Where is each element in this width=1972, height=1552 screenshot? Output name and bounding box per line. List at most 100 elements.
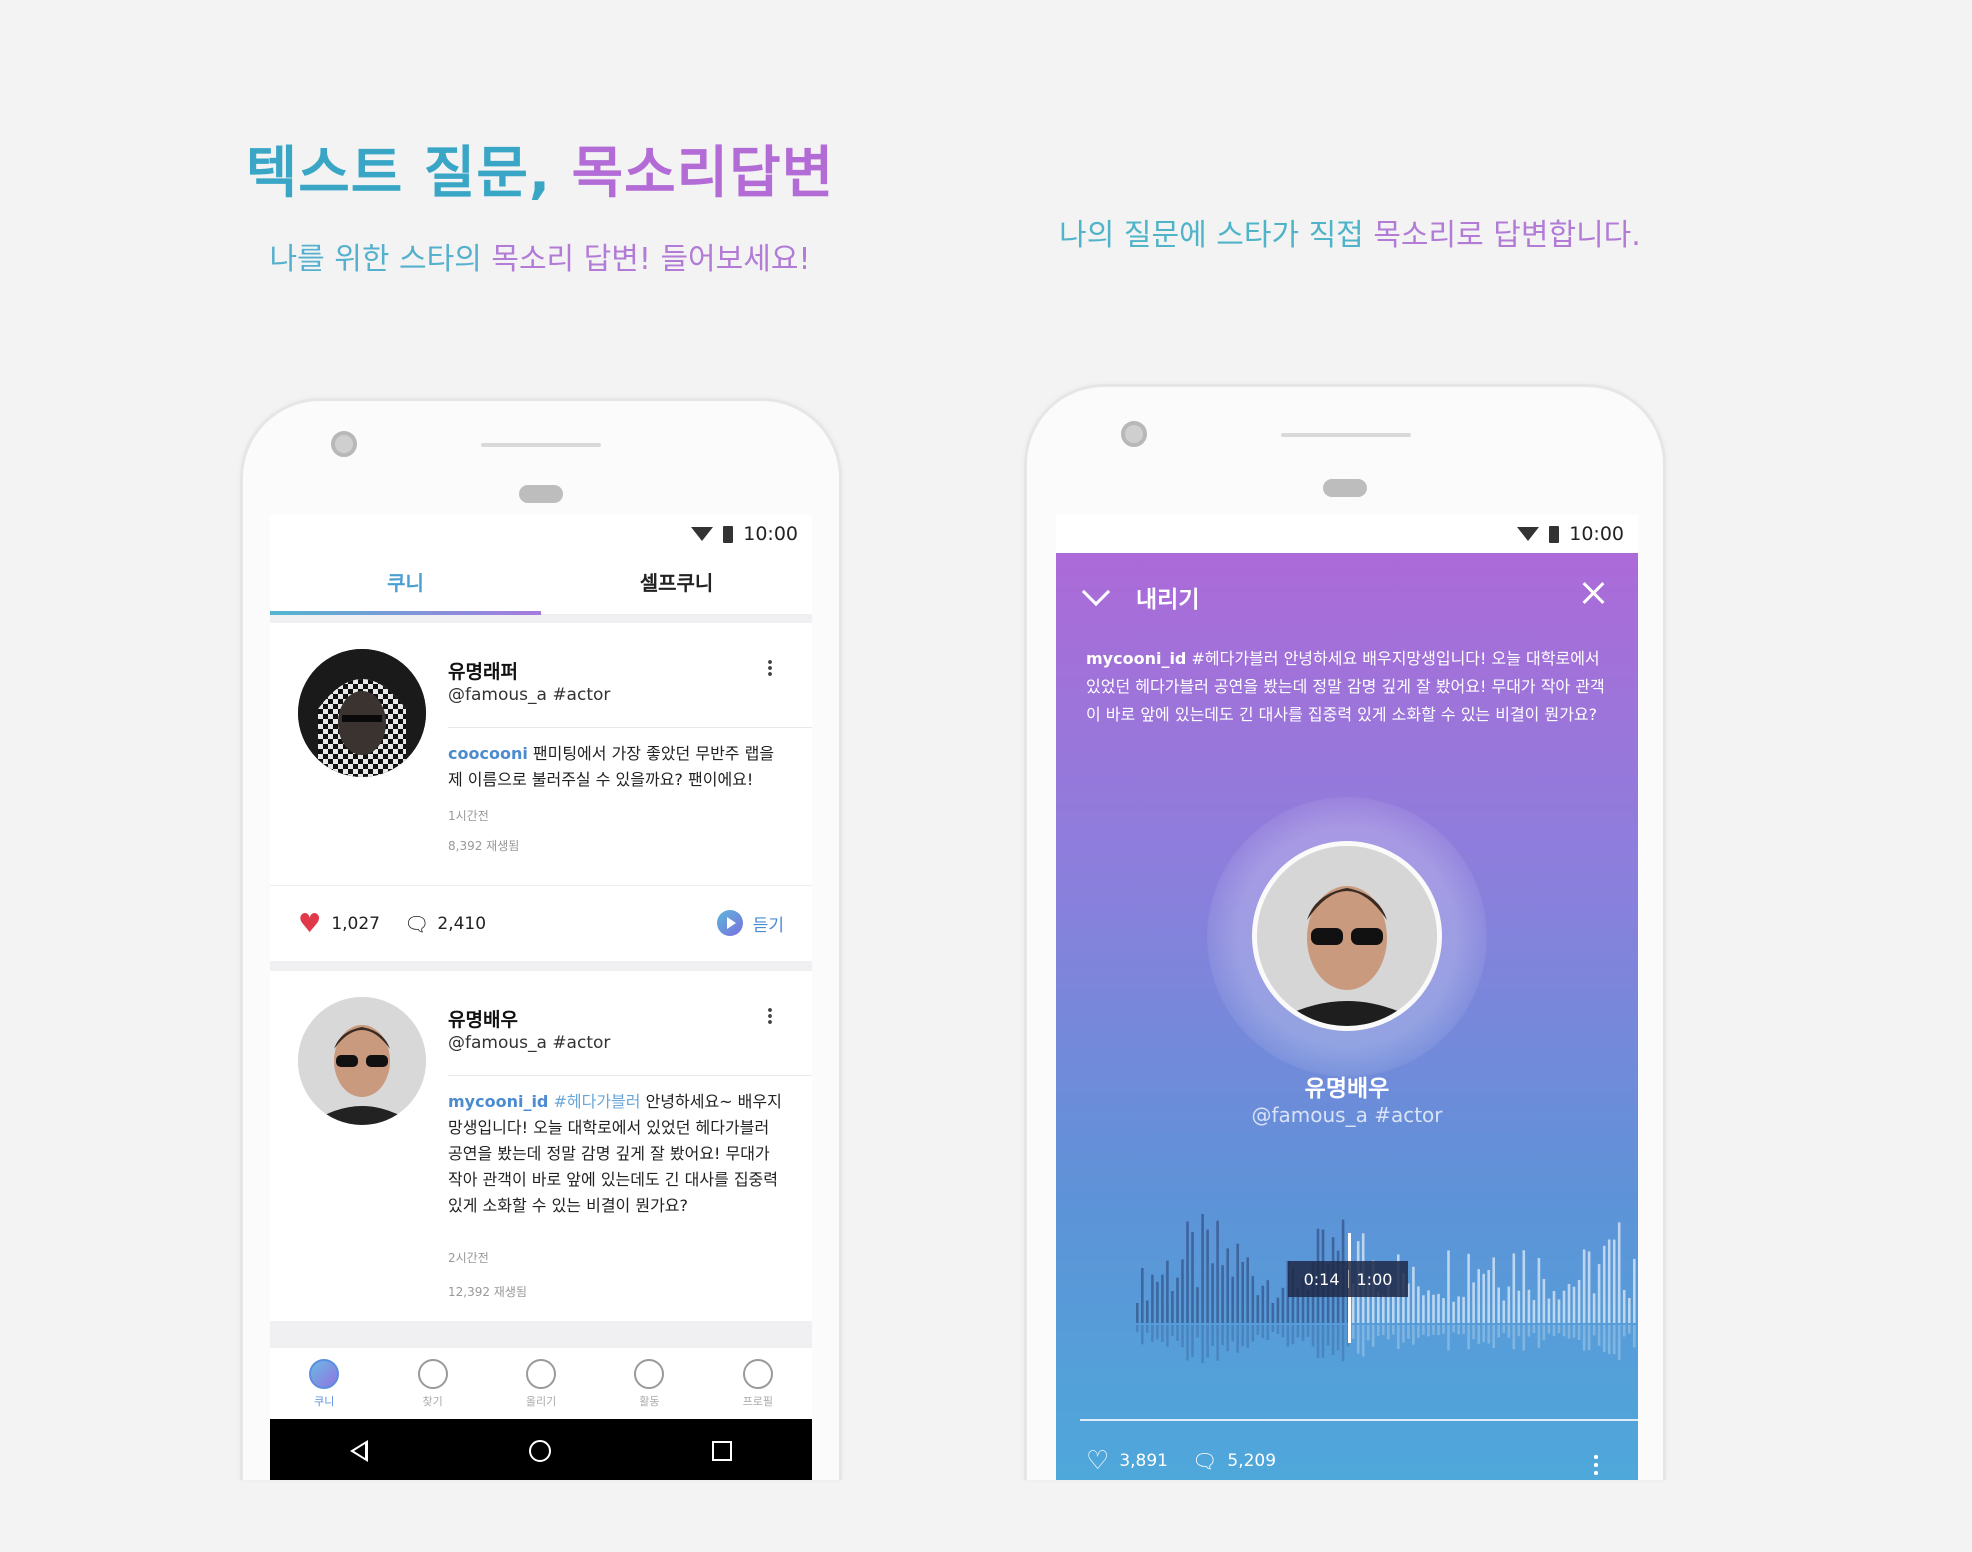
waveform-bar xyxy=(1417,1286,1420,1323)
player-footer: ♡ 3,891 🗨 5,209 xyxy=(1086,1441,1608,1480)
recent-apps-icon[interactable] xyxy=(711,1441,732,1461)
waveform-bar xyxy=(1602,1245,1606,1323)
waveform-reflection xyxy=(1582,1325,1586,1351)
chevron-down-icon[interactable] xyxy=(1081,577,1111,607)
waveform-bar xyxy=(1161,1274,1164,1323)
waveform-bar xyxy=(1633,1258,1636,1323)
waveform-reflection xyxy=(1633,1325,1636,1348)
waveform-bar xyxy=(1487,1270,1490,1323)
waveform-bar xyxy=(1477,1269,1480,1323)
waveform-bar xyxy=(1271,1303,1275,1323)
waveform-reflection xyxy=(1236,1325,1239,1353)
waveform-bar xyxy=(1181,1259,1184,1323)
waveform-reflection xyxy=(1482,1325,1485,1343)
nav-item-activity[interactable]: 활동 xyxy=(595,1348,703,1419)
question-user[interactable]: mycooni_id xyxy=(1086,649,1186,668)
waveform-bar xyxy=(1201,1213,1204,1323)
waveform-bar xyxy=(1587,1251,1591,1323)
waveform-reflection xyxy=(1166,1325,1169,1347)
plus-circle-icon xyxy=(526,1358,557,1389)
waveform-bar xyxy=(1166,1260,1169,1323)
comment-icon[interactable]: 🗨 xyxy=(1192,1449,1217,1473)
waveform-bar xyxy=(1206,1229,1209,1323)
waveform-reflection xyxy=(1522,1325,1526,1351)
avatar[interactable] xyxy=(298,649,426,777)
card-footer: ♥ 1,027 🗨 2,410 듣기 xyxy=(270,885,812,961)
waveform-reflection xyxy=(1281,1325,1285,1338)
like-count: 3,891 xyxy=(1119,1451,1168,1471)
feed[interactable]: 유명래퍼 @famous_a #actor coocooni 팬미팅에서 가장 … xyxy=(270,615,812,1411)
close-icon[interactable] xyxy=(1580,579,1608,607)
tab-cooni[interactable]: 쿠니 xyxy=(270,553,541,614)
nav-item-cooni[interactable]: 쿠니 xyxy=(270,1348,378,1419)
question-user[interactable]: mycooni_id xyxy=(448,1092,548,1111)
waveform-reflection xyxy=(1351,1325,1355,1339)
feed-card[interactable]: 유명배우 @famous_a #actor mycooni_id #헤다가블러 … xyxy=(270,971,812,1321)
waveform-reflection xyxy=(1497,1325,1500,1338)
card-divider xyxy=(448,1075,812,1076)
waveform-reflection xyxy=(1211,1325,1214,1346)
waveform-bar xyxy=(1382,1294,1385,1323)
waveform-bar xyxy=(1246,1257,1249,1323)
waveform-reflection xyxy=(1161,1325,1164,1342)
waveform-reflection xyxy=(1432,1325,1435,1335)
nav-item-upload[interactable]: 올리기 xyxy=(487,1348,595,1419)
tab-self-cooni[interactable]: 셀프쿠니 xyxy=(541,553,812,614)
back-icon[interactable] xyxy=(350,1440,369,1462)
waveform-reflection xyxy=(1276,1325,1280,1334)
waveform-bar xyxy=(1266,1280,1270,1323)
waveform-bar xyxy=(1447,1250,1450,1323)
waveform-bar xyxy=(1457,1296,1460,1323)
waveform-reflection xyxy=(1246,1325,1249,1348)
waveform-reflection xyxy=(1382,1325,1385,1335)
waveform-reflection xyxy=(1186,1325,1189,1361)
more-icon[interactable] xyxy=(768,659,772,677)
nav-label: 찾기 xyxy=(422,1394,443,1408)
question-tag[interactable]: #헤다가블러 xyxy=(548,1092,640,1111)
waveform-bar xyxy=(1156,1281,1159,1323)
waveform-reflection xyxy=(1527,1325,1531,1337)
waveform-bar xyxy=(1532,1300,1536,1323)
waveform-reflection xyxy=(1191,1325,1194,1357)
nav-item-search[interactable]: 찾기 xyxy=(378,1348,486,1419)
bottom-nav: 쿠니 찾기 올리기 활동 프로필 xyxy=(270,1347,812,1419)
waveform-bar xyxy=(1251,1276,1255,1323)
waveform-bar xyxy=(1151,1274,1154,1323)
avatar[interactable] xyxy=(1252,841,1442,1031)
waveform-bar xyxy=(1567,1284,1571,1323)
card-divider xyxy=(448,727,812,728)
listen-button[interactable]: 듣기 xyxy=(716,910,784,936)
heart-icon[interactable]: ♥ xyxy=(298,909,321,939)
waveform-reflection xyxy=(1597,1325,1601,1346)
question-user[interactable]: coocooni xyxy=(448,744,528,763)
waveform-reflection xyxy=(1387,1325,1390,1340)
waveform-bar xyxy=(1617,1222,1621,1323)
comment-icon[interactable]: 🗨 xyxy=(404,912,429,936)
subtitle-right-part1: 나의 질문에 스타가 직접 xyxy=(1059,218,1364,253)
heart-outline-icon[interactable]: ♡ xyxy=(1086,1446,1109,1476)
waveform-reflection xyxy=(1176,1325,1179,1341)
waveform-reflection xyxy=(1607,1325,1611,1355)
waveform-reflection xyxy=(1271,1325,1275,1332)
waveform-reflection xyxy=(1532,1325,1536,1333)
waveform-bar xyxy=(1467,1253,1470,1323)
waveform-reflection xyxy=(1311,1325,1315,1347)
waveform-bar xyxy=(1597,1264,1601,1323)
waveform-reflection xyxy=(1296,1325,1300,1338)
waveform-reflection xyxy=(1562,1325,1566,1337)
waveform-bar xyxy=(1146,1300,1149,1323)
waveform-bar xyxy=(1196,1287,1199,1323)
nav-item-profile[interactable]: 프로필 xyxy=(704,1348,812,1419)
waveform-reflection xyxy=(1507,1325,1511,1338)
sensor xyxy=(1323,479,1367,497)
more-icon[interactable] xyxy=(768,1007,772,1025)
home-icon[interactable] xyxy=(528,1440,551,1462)
phone-right: 10:00 내리기 mycooni_id #헤다가블러 안녕하세요 배우지망생입… xyxy=(1024,384,1666,1480)
more-icon[interactable] xyxy=(1594,1453,1598,1475)
avatar[interactable] xyxy=(298,997,426,1125)
status-time: 10:00 xyxy=(743,523,798,545)
waveform-reflection xyxy=(1336,1325,1340,1351)
waveform-reflection xyxy=(1552,1325,1556,1337)
feed-card[interactable]: 유명래퍼 @famous_a #actor coocooni 팬미팅에서 가장 … xyxy=(270,623,812,961)
waveform-reflection xyxy=(1256,1325,1260,1335)
